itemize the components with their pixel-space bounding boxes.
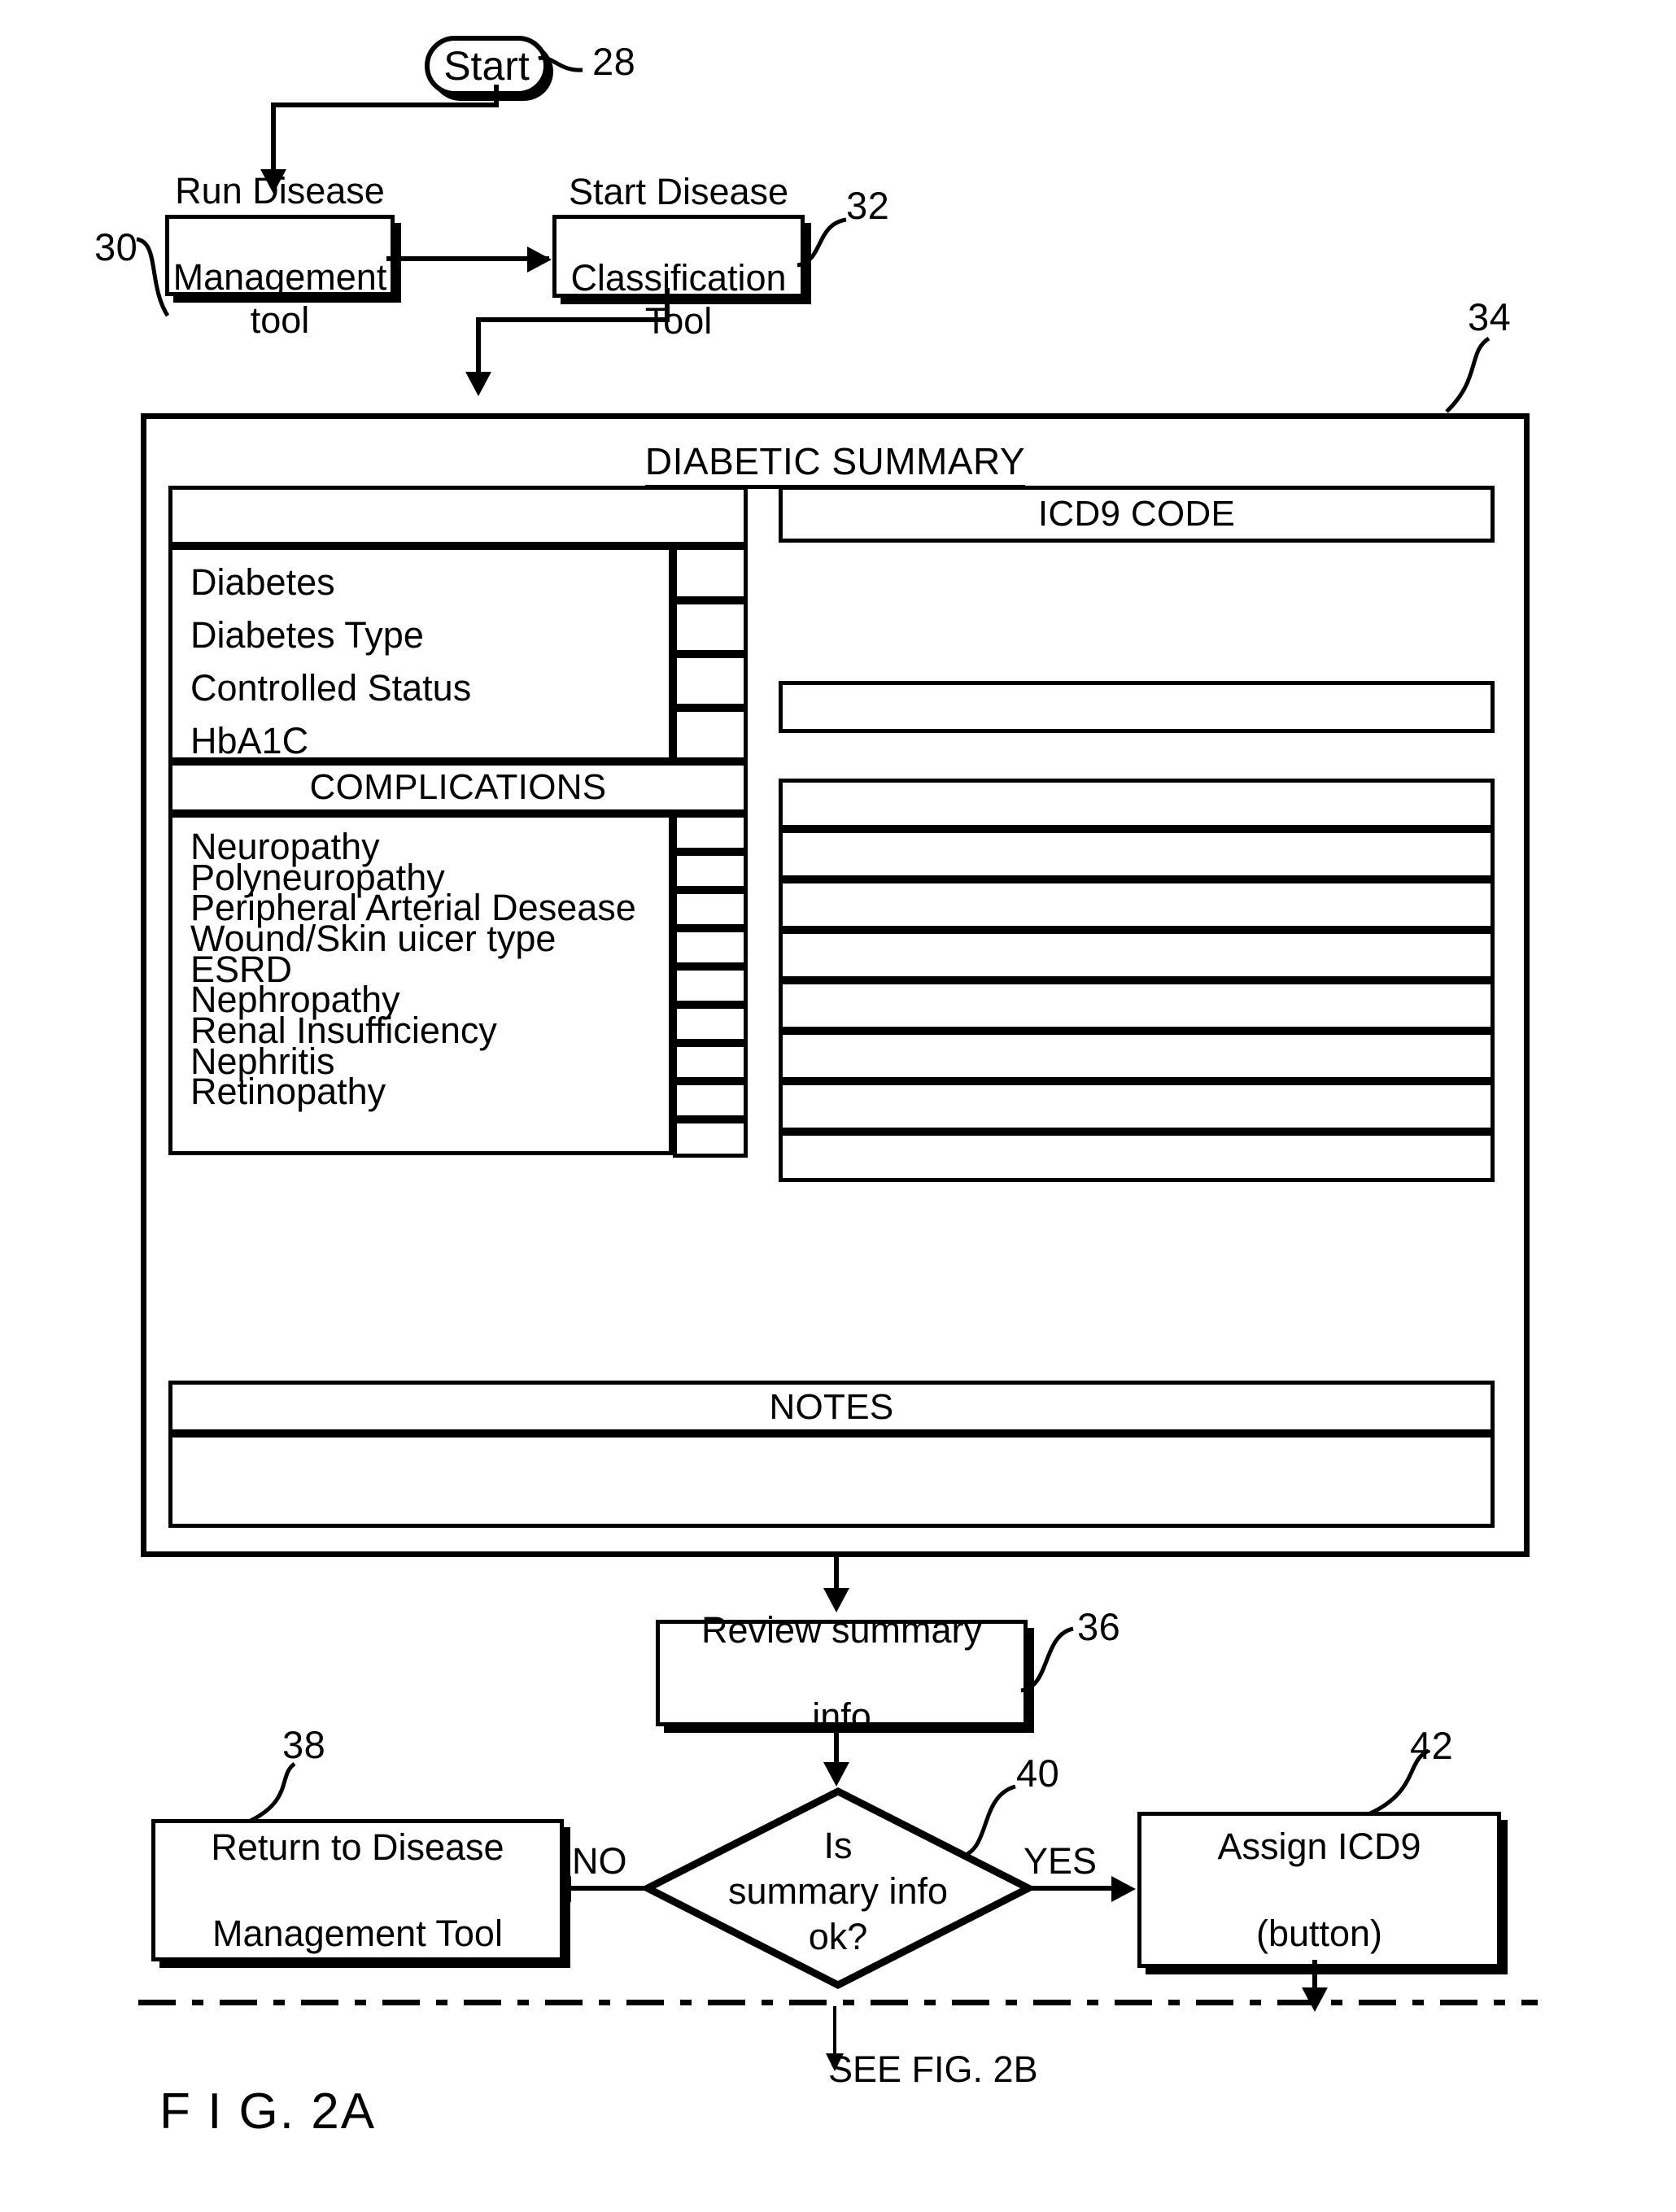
field-value-hba1c[interactable] [673,708,748,761]
assign-icd9-button-box[interactable]: Assign ICD9 (button) [1137,1812,1501,1968]
connector-class-left [476,317,670,322]
complication-value-peripheral-arterial-desease[interactable] [673,890,748,928]
ref-numeral-30: 30 [94,225,138,268]
ref-numeral-38: 38 [282,1723,326,1766]
ref-numeral-36: 36 [1077,1605,1121,1648]
field-value-controlled-status[interactable] [673,654,748,708]
complications-header-label: COMPLICATIONS [309,767,607,807]
start-disease-classification-tool-box[interactable]: Start Disease Classification Tool [552,171,805,342]
field-label-diabetes: Diabetes [190,561,335,603]
connector-into-panel [476,317,481,377]
complication-value-nephritis[interactable] [673,1081,748,1119]
panel-title: DIABETIC SUMMARY [146,439,1524,489]
icd9-result-row-1[interactable] [779,779,1495,829]
ref-numeral-32: 32 [846,184,890,227]
leader-line-42 [1360,1748,1434,1817]
arrow-into-panel [465,372,491,396]
run-tool-label-line1: Run Disease [175,169,385,212]
review-summary-info-box[interactable]: Review summary info [656,1609,1028,1737]
diabetic-summary-panel: DIABETIC SUMMARY Diabetes Diabetes Type … [141,413,1530,1557]
left-blank-header [168,486,748,546]
field-value-diabetes-type[interactable] [673,600,748,654]
arrow-into-start-class [527,247,552,273]
complication-value-esrd[interactable] [673,966,748,1005]
panel-title-text: DIABETIC SUMMARY [644,440,1026,489]
review-label-line1: Review summary [701,1608,983,1651]
connector-decision-no [570,1886,647,1891]
icd9-code-header: ICD9 CODE [779,486,1495,543]
run-tool-label-line2: Management tool [172,256,387,342]
complication-value-retinopathy[interactable] [673,1119,748,1158]
icd9-result-row-4[interactable] [779,930,1495,980]
icd9-result-row-6[interactable] [779,1031,1495,1081]
field-label-hba1c: HbA1C [190,720,309,761]
branch-label-no: NO [572,1840,627,1882]
icd9-result-row-2[interactable] [779,829,1495,879]
icd9-code-entry-field[interactable] [779,681,1495,733]
icd9-result-row-7[interactable] [779,1081,1495,1132]
arrow-into-decision [823,1762,849,1787]
start-class-label-line1: Start Disease [568,170,789,212]
ref-numeral-34: 34 [1468,295,1512,338]
connector-start-left [271,103,499,107]
connector-decision-yes [1030,1886,1118,1891]
notes-header: NOTES [168,1381,1495,1433]
see-next-figure-label: SEE FIG. 2B [828,2048,1038,2090]
start-terminator: Start [425,36,548,96]
notes-header-label: NOTES [769,1386,894,1427]
arrow-into-assign-icd9 [1111,1876,1136,1902]
icd9-result-row-3[interactable] [779,879,1495,930]
start-class-label-line2: Classification Tool [570,257,787,342]
icd9-code-header-label: ICD9 CODE [1037,494,1236,534]
connector-review-to-decision [834,1722,839,1765]
return-tool-label-line1: Return to Disease [211,1826,504,1868]
field-label-diabetes-type: Diabetes Type [190,614,424,656]
leader-line-38 [236,1761,301,1824]
decision-label-line2: summary info [727,1870,949,1913]
field-label-controlled-status: Controlled Status [190,667,472,709]
assign-icd9-label-line1: Assign ICD9 [1217,1826,1421,1868]
decision-label-line3: ok? [808,1915,868,1957]
connector-run-to-start-class [386,256,549,261]
start-label: Start [443,43,530,89]
field-value-diabetes[interactable] [673,546,748,600]
connector-to-run-tool [271,103,276,176]
return-tool-label-line2: Management Tool [212,1913,503,1955]
complication-label-retinopathy: Retinopathy [190,1071,386,1112]
figure-label: F I G. 2A [159,2083,377,2140]
run-disease-management-tool-box[interactable]: Run Disease Management tool [165,170,395,341]
branch-label-yes: YES [1023,1840,1098,1882]
assign-icd9-label-line2: (button) [1255,1912,1383,1954]
sheet-divider [138,2000,1538,2005]
icd9-result-row-5[interactable] [779,980,1495,1031]
complication-value-nephropathy[interactable] [673,1005,748,1043]
complication-value-renal-insufficiency[interactable] [673,1043,748,1081]
complication-value-wound-skin-ulcer-type[interactable] [673,928,748,966]
complication-value-polyneuropathy[interactable] [673,852,748,890]
notes-textarea[interactable] [168,1433,1495,1528]
leader-line-34 [1432,336,1497,415]
decision-label-line1: Is [823,1825,853,1867]
return-to-disease-management-tool-box[interactable]: Return to Disease Management Tool [151,1819,564,1961]
complication-value-neuropathy[interactable] [673,814,748,852]
complications-header: COMPLICATIONS [168,761,748,814]
ref-numeral-28: 28 [592,40,636,83]
icd9-result-row-8[interactable] [779,1132,1495,1182]
ref-numeral-40: 40 [1016,1752,1060,1795]
review-label-line2: info [812,1695,871,1738]
leader-line-30 [135,234,184,324]
